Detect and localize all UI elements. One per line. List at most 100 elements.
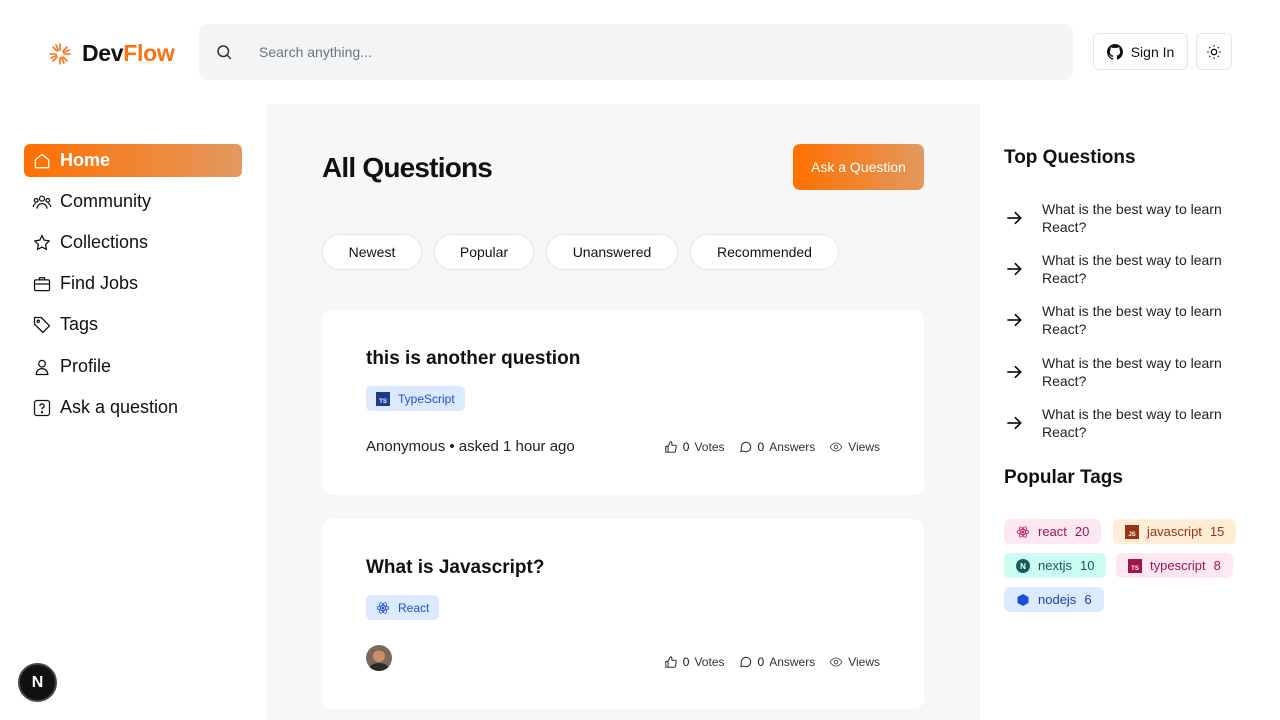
top-question-link[interactable]: What is the best way to learn React? [1004, 405, 1244, 441]
top-question-title: What is the best way to learn React? [1042, 406, 1222, 440]
answers-count: 0 [757, 655, 765, 669]
ts-icon: TS [376, 391, 390, 406]
dev-badge-letter: N [31, 673, 44, 691]
brand-logo[interactable]: DevFlow [48, 40, 175, 67]
nodejs-icon [1017, 593, 1029, 606]
ask-question-button[interactable]: Ask a Question [793, 144, 924, 190]
eye-icon [829, 657, 843, 667]
briefcase-icon [33, 276, 51, 291]
tag-name: react [1038, 524, 1067, 539]
question-card[interactable]: this is another question TS TypeScript A… [322, 310, 924, 494]
popular-tag-nextjs[interactable]: N nextjs 10 [1004, 553, 1107, 578]
answers-count: 0 [757, 440, 765, 454]
filter-recommended[interactable]: Recommended [690, 234, 839, 270]
votes-count: 0 [682, 655, 690, 669]
popular-tag-javascript[interactable]: JS javascript 15 [1113, 519, 1237, 544]
react-icon [1016, 525, 1030, 538]
ts-icon: TS [1128, 558, 1142, 573]
search-input[interactable] [259, 44, 959, 60]
sidebar-item-find-jobs[interactable]: Find Jobs [24, 267, 242, 300]
top-question-link[interactable]: What is the best way to learn React? [1004, 302, 1244, 338]
top-question-title: What is the best way to learn React? [1042, 201, 1222, 235]
sign-in-button[interactable]: Sign In [1093, 33, 1188, 70]
question-tag[interactable]: React [366, 595, 440, 620]
svg-text:JS: JS [1128, 532, 1135, 538]
tag-name: nodejs [1038, 592, 1077, 607]
nextjs-icon: N [1016, 558, 1030, 573]
sidebar-item-label: Profile [60, 356, 112, 376]
sidebar-item-label: Home [60, 150, 111, 170]
popular-tag-react[interactable]: react 20 [1004, 519, 1102, 544]
top-question-title: What is the best way to learn React? [1042, 355, 1222, 389]
popular-tags-heading: Popular Tags [1004, 467, 1123, 488]
react-icon [376, 601, 390, 614]
popular-tag-nodejs[interactable]: nodejs 6 [1004, 587, 1104, 612]
filter-newest[interactable]: Newest [322, 234, 422, 270]
theme-toggle-button[interactable] [1196, 33, 1232, 70]
left-sidebar: Home Community Collections Find Jobs Tag… [0, 104, 266, 720]
avatar[interactable] [366, 645, 392, 671]
question-tag-label: TypeScript [398, 391, 455, 406]
asked-time: • asked 1 hour ago [449, 438, 575, 455]
top-question-link[interactable]: What is the best way to learn React? [1004, 354, 1244, 390]
answers-label: Answers [769, 655, 816, 669]
user-photo [366, 645, 392, 671]
answers-stat: 0 Answers [739, 440, 816, 454]
question-author[interactable]: Anonymous • asked 1 hour ago [366, 438, 575, 455]
message-icon [739, 441, 751, 453]
votes-stat: 0 Votes [664, 440, 725, 454]
top-question-link[interactable]: What is the best way to learn React? [1004, 251, 1244, 287]
question-tag[interactable]: TS TypeScript [366, 386, 465, 411]
nextjs-dev-badge[interactable]: N [18, 663, 57, 702]
tag-count: 15 [1209, 524, 1225, 539]
sunburst-logo-icon [49, 42, 71, 65]
question-icon [33, 399, 51, 416]
home-icon [34, 153, 50, 168]
brand-flow: Flow [123, 40, 175, 66]
sidebar-item-ask-question[interactable]: Ask a question [24, 391, 242, 424]
answers-label: Answers [769, 440, 816, 454]
top-navbar: DevFlow Sign In [0, 0, 1280, 104]
arrow-right-icon [1007, 416, 1022, 430]
main-content: All Questions Ask a Question Newest Popu… [266, 104, 980, 720]
arrow-right-icon [1007, 262, 1022, 276]
global-search[interactable] [199, 24, 1073, 80]
tag-count: 10 [1079, 558, 1095, 573]
tag-count: 8 [1213, 558, 1221, 573]
top-question-title: What is the best way to learn React? [1042, 303, 1222, 337]
search-icon [217, 45, 232, 60]
js-icon: JS [1125, 524, 1139, 539]
filter-popular[interactable]: Popular [434, 234, 534, 270]
question-stats: 0 Votes 0 Answers Views [664, 655, 880, 669]
top-question-link[interactable]: What is the best way to learn React? [1004, 200, 1244, 236]
thumbs-up-icon [665, 656, 677, 668]
user-icon [35, 359, 49, 375]
tag-name: nextjs [1038, 558, 1072, 573]
svg-text:N: N [1020, 562, 1026, 571]
answers-stat: 0 Answers [739, 655, 816, 669]
sidebar-item-label: Find Jobs [60, 273, 139, 293]
users-icon [32, 195, 52, 209]
sidebar-item-profile[interactable]: Profile [24, 350, 242, 383]
question-title[interactable]: What is Javascript? [366, 557, 544, 579]
github-icon [1106, 43, 1123, 60]
tag-name: javascript [1147, 524, 1202, 539]
tag-icon [33, 316, 51, 333]
sidebar-item-home[interactable]: Home [24, 144, 242, 177]
sidebar-item-label: Tags [60, 314, 99, 334]
tag-count: 6 [1084, 592, 1092, 607]
arrow-right-icon [1007, 313, 1022, 327]
filter-unanswered[interactable]: Unanswered [546, 234, 678, 270]
sidebar-item-tags[interactable]: Tags [24, 308, 242, 341]
eye-icon [829, 442, 843, 452]
tag-count: 20 [1074, 524, 1090, 539]
sun-icon [1207, 44, 1221, 59]
sidebar-item-collections[interactable]: Collections [24, 226, 242, 259]
popular-tag-typescript[interactable]: TS typescript 8 [1116, 553, 1233, 578]
question-title[interactable]: this is another question [366, 348, 580, 370]
message-icon [739, 656, 751, 668]
votes-stat: 0 Votes [664, 655, 725, 669]
question-card[interactable]: What is Javascript? React 0 Votes 0 Answ… [322, 519, 924, 709]
sidebar-item-community[interactable]: Community [24, 185, 242, 218]
views-stat: Views [829, 655, 880, 669]
